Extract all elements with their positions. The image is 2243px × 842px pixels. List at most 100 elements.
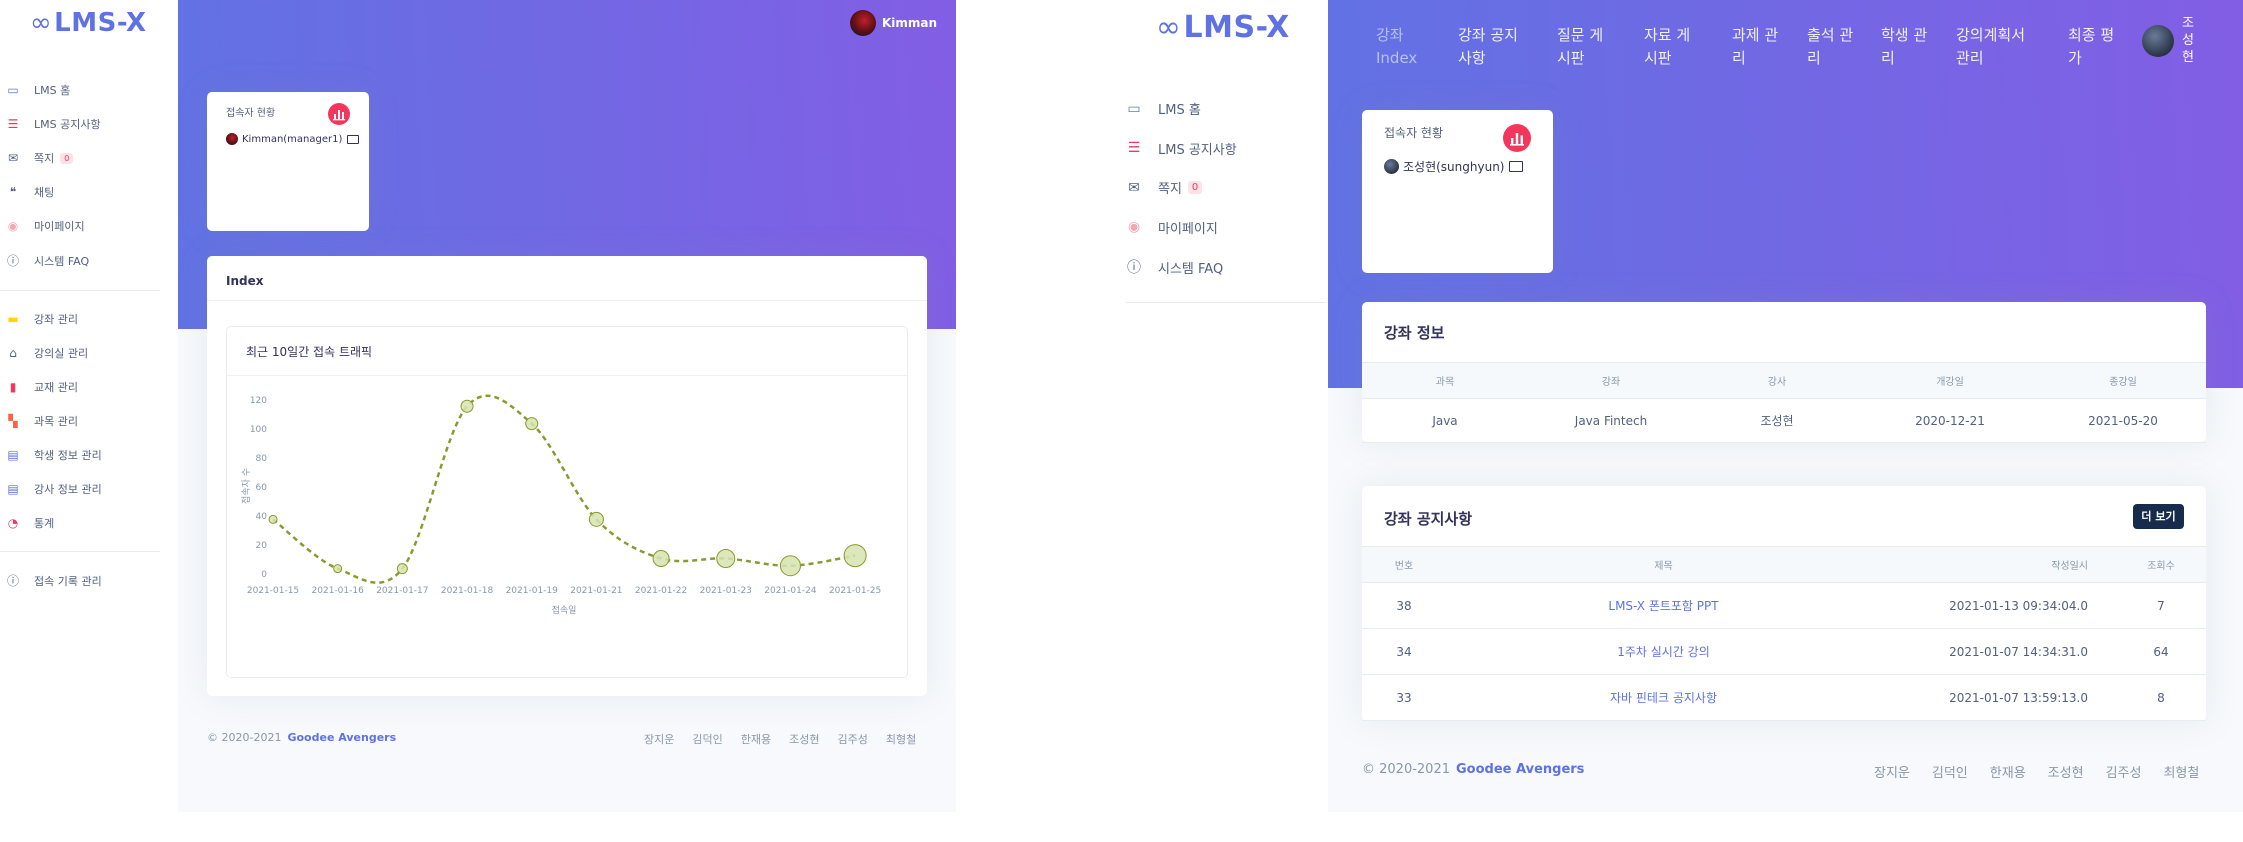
left-menu-item[interactable]: ◉ 마이페이지	[6, 218, 85, 234]
index-divider	[207, 300, 927, 301]
footer-link[interactable]: 한재용	[741, 731, 771, 747]
left-admin-menu-item[interactable]: ▤ 강사 정보 관리	[6, 481, 101, 497]
right-user-menu[interactable]: 조성현	[2142, 16, 2198, 67]
right-menu-item[interactable]: ◉ 마이페이지	[1126, 218, 1218, 237]
footer-link[interactable]: 조성현	[2048, 762, 2084, 781]
course-info-header: 강좌	[1528, 362, 1694, 399]
left-admin-menu-item[interactable]: ◔ 통계	[6, 515, 55, 531]
right-menu-item[interactable]: ▭ LMS 홈	[1126, 99, 1201, 119]
top-nav-tab[interactable]: 자료 게 시판	[1644, 24, 1732, 71]
footer-link[interactable]: 김주성	[838, 731, 868, 747]
left-user-avatar	[850, 10, 876, 36]
top-nav-tab[interactable]: 학생 관리	[1881, 24, 1956, 71]
more-button[interactable]: 더 보기	[2133, 504, 2184, 529]
right-menu-item[interactable]: ☰ LMS 공지사항	[1126, 139, 1237, 158]
footer-link[interactable]: 장지운	[1874, 762, 1910, 781]
notice-row[interactable]: 38 LMS-X 폰트포함 PPT 2021-01-13 09:34:04.0 7	[1362, 582, 2206, 629]
top-nav-tab-label: 사항	[1458, 49, 1486, 68]
notice-title-link[interactable]: LMS-X 폰트포함 PPT	[1446, 582, 1881, 629]
right-menu-item[interactable]: ⓘ 시스템 FAQ	[1126, 257, 1223, 277]
left-extra-menu-label: 접속 기록 관리	[34, 574, 102, 588]
user-name-char: 성	[2182, 32, 2194, 48]
notice-row[interactable]: 34 1주차 실시간 강의 2021-01-07 14:34:31.0 64	[1362, 628, 2206, 675]
top-nav-tab-label: 과제 관	[1732, 26, 1779, 44]
footer-link[interactable]: 최형철	[2163, 762, 2199, 781]
course-info-cell: Java	[1362, 398, 1528, 443]
left-menu-item[interactable]: ✉ 쪽지 0	[6, 150, 74, 166]
right-user-avatar	[2142, 25, 2174, 58]
footer-link[interactable]: 김주성	[2106, 762, 2142, 781]
footer-link[interactable]: 김덕인	[1932, 762, 1968, 781]
notice-header: 번호	[1362, 546, 1446, 583]
top-nav-tab-label: 출석 관	[1807, 26, 1854, 44]
question-icon: ⓘ	[6, 574, 19, 588]
data-point	[843, 544, 867, 568]
right-stat-user[interactable]: 조성현(sunghyun)	[1384, 158, 1524, 175]
left-divider-2	[0, 551, 160, 552]
top-nav-tab[interactable]: 강좌 Index	[1376, 24, 1458, 71]
chat-icon: ❝	[9, 185, 17, 199]
y-tick-label: 40	[256, 512, 268, 522]
left-menu-item[interactable]: ❝ 채팅	[6, 184, 54, 200]
footer-link[interactable]: 한재용	[1990, 762, 2026, 781]
right-main: 강좌 Index 강좌 공지 사항 질문 게 시판 자료 게 시판 과제 관 리 출석 관 리 학생 관…	[1328, 0, 2243, 812]
left-sidebar: ∞LMS-X ▭ LMS 홈 ☰ LMS 공지사항 ✉ 쪽지 0 ❝ 채팅 ◉ 마이페이지 ⓘ 시스템 …	[0, 0, 178, 812]
top-nav-tab[interactable]: 강좌 공지 사항	[1458, 24, 1557, 71]
message-count-badge: 0	[1187, 181, 1203, 194]
top-nav-tab-label: 자료 게	[1644, 26, 1691, 44]
x-tick-label: 2021-01-16	[312, 586, 365, 596]
left-index-card: Index 최근 10일간 접속 트래픽 0 20 40 60 80 100 120 2021…	[207, 256, 927, 696]
left-admin-menu-item[interactable]: ▚ 과목 관리	[6, 413, 78, 429]
top-nav-tab[interactable]: 강의계획서 관리	[1956, 24, 2068, 71]
notice-title-link[interactable]: 자바 핀테크 공지사항	[1446, 674, 1881, 721]
notice-cell: 33	[1362, 674, 1446, 721]
left-admin-menu-item[interactable]: ▮ 교재 관리	[6, 379, 78, 395]
x-axis-label: 접속일	[552, 604, 577, 616]
left-logo[interactable]: ∞LMS-X	[30, 8, 147, 38]
top-nav-tab-label: 리	[1881, 49, 1895, 68]
pie-chart-icon: ◔	[7, 516, 19, 530]
top-nav-tab[interactable]: 출석 관리	[1807, 24, 1881, 71]
top-nav-tab[interactable]: 질문 게 시판	[1557, 24, 1644, 71]
course-info-cell: 2021-05-20	[2040, 398, 2206, 443]
top-nav-tab[interactable]: 과제 관리	[1732, 24, 1807, 71]
notice-row[interactable]: 33 자바 핀테크 공지사항 2021-01-07 13:59:13.0 8	[1362, 674, 2206, 721]
footer-link[interactable]: 김덕인	[692, 731, 722, 747]
envelope-icon[interactable]	[1509, 161, 1524, 172]
notice-cell: 64	[2116, 628, 2206, 675]
left-admin-menu-item[interactable]: ⌂ 강의실 관리	[6, 345, 88, 361]
top-nav-tab[interactable]: 최종 평가	[2068, 24, 2138, 71]
right-footer-team[interactable]: Goodee Avengers	[1456, 762, 1584, 777]
right-menu-label: LMS 홈	[1158, 103, 1201, 118]
left-menu-item[interactable]: ⓘ 시스템 FAQ	[6, 252, 89, 269]
user-circle-icon: ◉	[1127, 219, 1141, 235]
notice-cell: 2021-01-13 09:34:04.0	[1881, 582, 2116, 629]
left-admin-menu-item[interactable]: ▬ 강좌 관리	[6, 311, 78, 327]
envelope-icon[interactable]	[347, 134, 360, 144]
x-tick-label: 2021-01-25	[829, 586, 881, 596]
x-tick-label: 2021-01-18	[441, 586, 494, 596]
right-divider	[1126, 302, 1326, 303]
message-count-badge: 0	[60, 152, 74, 164]
left-stat-card: 접속자 현황 Kimman(manager1)	[207, 92, 369, 231]
right-stat-user-name: 조성현(sunghyun)	[1403, 160, 1505, 174]
right-stat-card: 접속자 현황 조성현(sunghyun)	[1362, 110, 1553, 273]
left-extra-menu-item[interactable]: ⓘ 접속 기록 관리	[6, 572, 102, 589]
notice-title-link[interactable]: 1주차 실시간 강의	[1446, 628, 1881, 675]
footer-link[interactable]: 장지운	[644, 731, 674, 747]
right-menu-label: 시스템 FAQ	[1158, 261, 1224, 277]
left-admin-menu-item[interactable]: ▤ 학생 정보 관리	[6, 447, 101, 463]
right-logo[interactable]: ∞LMS-X	[1156, 10, 1290, 45]
y-tick-label: 120	[250, 396, 267, 406]
notice-header: 조회수	[2116, 546, 2206, 583]
right-menu-item[interactable]: ✉ 쪽지 0	[1126, 178, 1203, 197]
left-stat-user[interactable]: Kimman(manager1)	[226, 133, 360, 145]
left-admin-menu-label: 과목 관리	[34, 415, 78, 428]
left-footer-team[interactable]: Goodee Avengers	[287, 731, 396, 744]
footer-link[interactable]: 조성현	[789, 731, 819, 747]
left-menu-item[interactable]: ☰ LMS 공지사항	[6, 116, 101, 132]
left-user-menu[interactable]: Kimman	[850, 10, 937, 36]
user-name-char: 조	[2182, 16, 2194, 31]
left-menu-item[interactable]: ▭ LMS 홈	[6, 82, 70, 98]
footer-link[interactable]: 최형철	[886, 731, 916, 747]
